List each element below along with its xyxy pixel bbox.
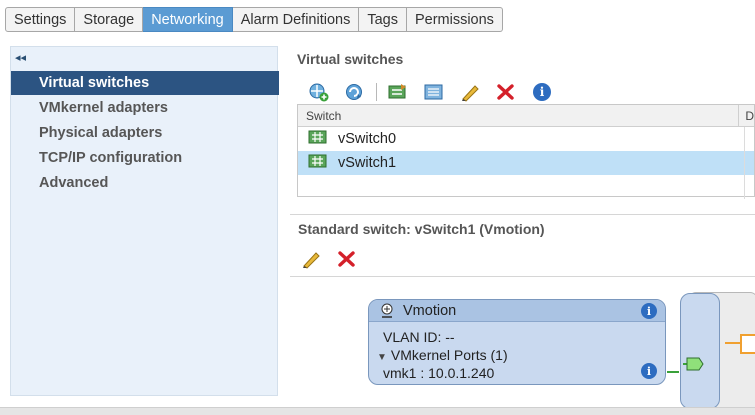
portgroup-box[interactable]: Vmotion i VLAN ID: -- ▼ VMkernel Ports (1… — [368, 299, 679, 385]
grid-header: Switch D — [298, 105, 754, 127]
switch-name: vSwitch0 — [338, 131, 397, 147]
switch-name: vSwitch1 — [338, 155, 397, 171]
remove-icon[interactable] — [495, 81, 517, 103]
section-divider — [290, 214, 755, 215]
vmkernel-ports-label: VMkernel Ports (1) — [390, 347, 508, 363]
info-icon[interactable]: i — [531, 81, 553, 103]
virtual-switches-panel: Virtual switches i Switch D vSwitch0 vSw… — [290, 46, 755, 412]
table-row-empty — [298, 175, 754, 199]
column-header-switch[interactable]: Switch — [298, 105, 740, 126]
tab-bar: Settings Storage Networking Alarm Defini… — [5, 7, 503, 32]
column-header-d[interactable]: D — [739, 109, 754, 123]
virtual-switches-grid: Switch D vSwitch0 vSwitch1 — [297, 104, 755, 199]
portgroup-icon — [379, 303, 395, 319]
portgroup-name: Vmotion — [403, 302, 457, 319]
vmk-port-connector-icon — [667, 371, 679, 373]
page-title: Virtual switches — [297, 51, 404, 67]
sidebar-item-tcpip-configuration[interactable]: TCP/IP configuration — [11, 146, 279, 170]
portgroup-info-icon[interactable]: i — [641, 303, 657, 319]
manage-physical-adapters-icon[interactable] — [423, 81, 445, 103]
tab-permissions[interactable]: Permissions — [406, 7, 503, 32]
switch-icon — [308, 129, 328, 149]
vlan-id: VLAN ID: -- — [383, 329, 455, 345]
expand-triangle-icon[interactable]: ▼ — [377, 352, 387, 363]
edit-icon[interactable] — [459, 81, 481, 103]
table-row[interactable]: vSwitch0 — [298, 127, 754, 151]
portgroup-header: Vmotion i — [369, 300, 665, 322]
switch-icon — [308, 153, 328, 173]
sidebar-item-advanced[interactable]: Advanced — [11, 171, 279, 195]
bottom-status-bar — [0, 407, 755, 415]
tab-networking[interactable]: Networking — [143, 7, 233, 32]
collapse-sidebar-icon[interactable]: ◂◂ — [15, 51, 26, 64]
edit-icon[interactable] — [300, 248, 322, 270]
table-row[interactable]: vSwitch1 — [298, 151, 754, 175]
sidebar-item-physical-adapters[interactable]: Physical adapters — [11, 121, 279, 145]
section-divider — [290, 276, 755, 277]
tab-settings[interactable]: Settings — [5, 7, 76, 32]
remove-icon[interactable] — [336, 248, 358, 270]
tab-alarm-definitions[interactable]: Alarm Definitions — [232, 7, 360, 32]
virtual-switches-toolbar: i — [308, 81, 567, 103]
vswitch-body[interactable] — [680, 293, 720, 409]
vmkernel-adapter: vmk1 : 10.0.1.240 — [383, 365, 495, 381]
vmkernel-ports-row[interactable]: ▼ VMkernel Ports (1) — [377, 347, 508, 363]
migrate-adapters-icon[interactable] — [387, 81, 409, 103]
sidebar-item-virtual-switches[interactable]: Virtual switches — [11, 71, 279, 95]
detail-title: Standard switch: vSwitch1 (Vmotion) — [298, 221, 545, 237]
toolbar-separator — [376, 83, 377, 101]
sidebar-item-vmkernel-adapters[interactable]: VMkernel adapters — [11, 96, 279, 120]
networking-sidebar: ◂◂ Virtual switches VMkernel adapters Ph… — [10, 46, 279, 396]
refresh-icon[interactable] — [344, 81, 366, 103]
tab-tags[interactable]: Tags — [359, 7, 407, 32]
tab-storage[interactable]: Storage — [75, 7, 144, 32]
switch-port-icon — [683, 357, 704, 371]
vmk-info-icon[interactable]: i — [641, 363, 657, 379]
detail-toolbar — [300, 248, 372, 270]
add-networking-icon[interactable] — [308, 81, 330, 103]
